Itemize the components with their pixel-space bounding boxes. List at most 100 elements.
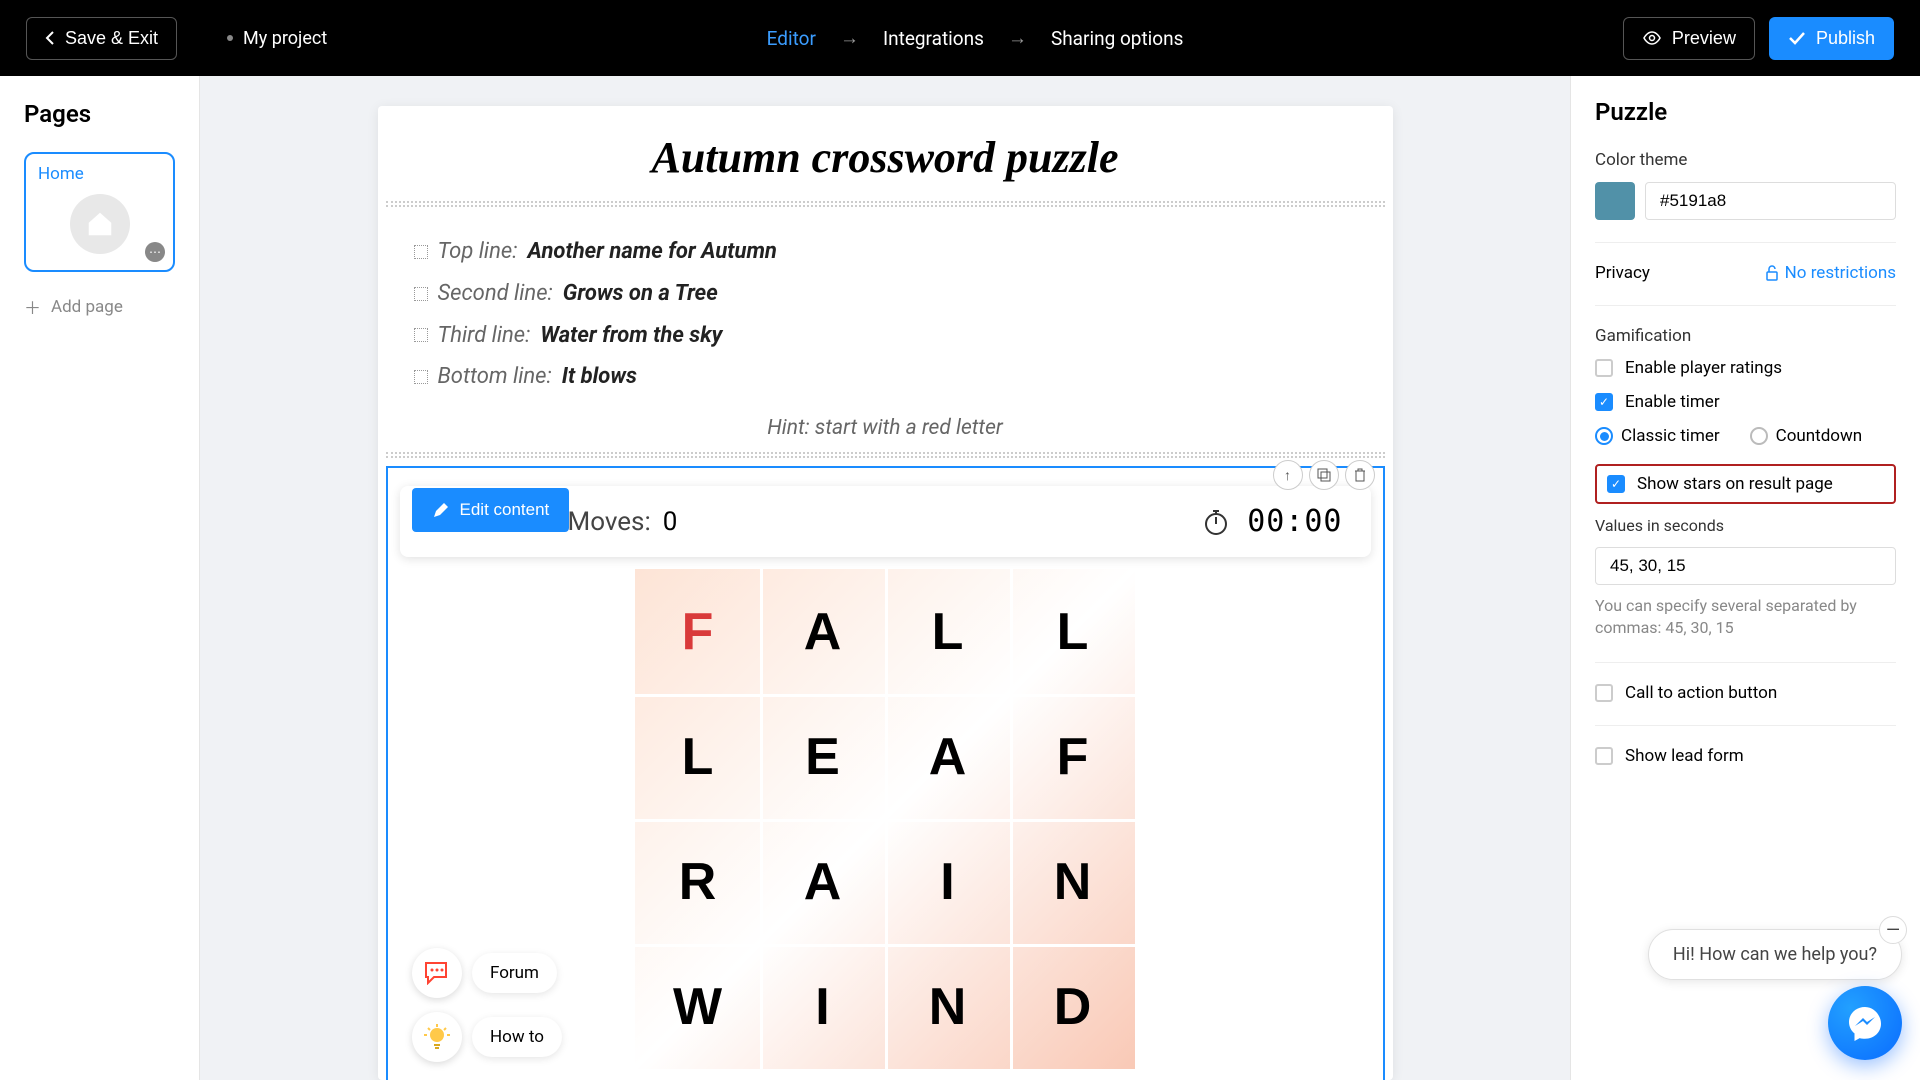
moves-value: 0 — [663, 507, 678, 537]
pencil-icon — [432, 501, 450, 519]
hint-text[interactable]: Hint: start with a red letter — [378, 410, 1393, 452]
bullet-icon — [414, 328, 428, 342]
forum-button[interactable]: Forum — [412, 948, 562, 998]
show-stars-checkbox[interactable]: ✓ Show stars on result page — [1595, 464, 1896, 504]
radio-icon — [1750, 427, 1768, 445]
trash-icon[interactable] — [1345, 460, 1375, 490]
messenger-icon — [1845, 1003, 1885, 1043]
howto-button[interactable]: How to — [412, 1012, 562, 1062]
chat-fab[interactable] — [1828, 986, 1902, 1060]
show-stars-label: Show stars on result page — [1637, 474, 1833, 494]
clue-row: Third line: Water from the sky — [414, 315, 1357, 357]
edit-content-label: Edit content — [460, 500, 550, 520]
radio-classic[interactable]: Classic timer — [1595, 426, 1720, 446]
radio-countdown-label: Countdown — [1776, 426, 1863, 446]
preview-button[interactable]: Preview — [1623, 17, 1755, 60]
page-thumb-label: Home — [38, 164, 161, 184]
block-toolbar: ↑ — [1273, 460, 1375, 490]
tab-sharing[interactable]: Sharing options — [1051, 27, 1184, 50]
save-exit-button[interactable]: Save & Exit — [26, 17, 177, 60]
duplicate-icon[interactable] — [1309, 460, 1339, 490]
checkbox-icon — [1595, 359, 1613, 377]
publish-button[interactable]: Publish — [1769, 17, 1894, 60]
chat-icon — [412, 948, 462, 998]
page-thumb-home[interactable]: Home ⋯ — [24, 152, 175, 272]
privacy-section: Privacy No restrictions — [1595, 263, 1896, 306]
clue-row: Second line: Grows on a Tree — [414, 273, 1357, 315]
canvas-area[interactable]: Autumn crossword puzzle Top line: Anothe… — [200, 76, 1570, 1080]
project-name-label: My project — [243, 28, 327, 49]
divider — [386, 452, 1385, 458]
properties-panel: Puzzle Color theme Privacy No restrictio… — [1570, 76, 1920, 1080]
add-page-label: Add page — [51, 297, 123, 317]
sidebar-title: Pages — [24, 100, 175, 128]
arrow-right-icon: → — [840, 26, 859, 50]
page-canvas: Autumn crossword puzzle Top line: Anothe… — [378, 106, 1393, 1080]
lightbulb-icon — [412, 1012, 462, 1062]
values-helper: You can specify several separated by com… — [1595, 595, 1896, 640]
color-theme-label: Color theme — [1595, 150, 1896, 170]
lead-form-label: Show lead form — [1625, 746, 1744, 766]
project-name[interactable]: My project — [227, 28, 327, 49]
bullet-icon — [414, 370, 428, 384]
lead-form-checkbox[interactable]: Show lead form — [1595, 746, 1896, 766]
puzzle-grid[interactable]: FALL LEAF RAIN WIND — [635, 569, 1135, 1069]
radio-countdown[interactable]: Countdown — [1750, 426, 1863, 446]
clue-row: Bottom line: It blows — [414, 356, 1357, 398]
radio-classic-label: Classic timer — [1621, 426, 1720, 446]
enable-timer-label: Enable timer — [1625, 392, 1720, 412]
gamification-label: Gamification — [1595, 326, 1896, 346]
chat-greeting-bubble[interactable]: Hi! How can we help you? — — [1648, 929, 1902, 980]
timer-value: 00:00 — [1247, 504, 1342, 539]
word-grid: FALL LEAF RAIN WIND — [635, 569, 1135, 1069]
tab-editor[interactable]: Editor — [767, 27, 816, 50]
page-options-icon[interactable]: ⋯ — [145, 242, 165, 262]
stopwatch-icon — [1201, 507, 1231, 537]
pages-sidebar: Pages Home ⋯ ＋ Add page — [0, 76, 200, 1080]
preview-label: Preview — [1672, 28, 1736, 49]
color-swatch[interactable] — [1595, 182, 1635, 220]
enable-ratings-label: Enable player ratings — [1625, 358, 1782, 378]
checkbox-icon — [1595, 684, 1613, 702]
moves-label: Moves: — [568, 507, 651, 537]
lead-form-section: Show lead form — [1595, 746, 1896, 780]
color-theme-section: Color theme — [1595, 150, 1896, 243]
radio-checked-icon — [1595, 427, 1613, 445]
chat-greeting-text: Hi! How can we help you? — [1673, 944, 1877, 965]
values-label: Values in seconds — [1595, 516, 1896, 535]
bullet-icon — [414, 245, 428, 259]
save-exit-label: Save & Exit — [65, 28, 158, 49]
unsaved-dot-icon — [227, 35, 233, 41]
privacy-value: No restrictions — [1785, 263, 1896, 283]
eye-icon — [1642, 31, 1662, 45]
edit-content-button[interactable]: Edit content — [412, 488, 570, 532]
tab-integrations[interactable]: Integrations — [883, 27, 984, 50]
timer-mode-radio: Classic timer Countdown — [1595, 426, 1896, 446]
cta-checkbox[interactable]: Call to action button — [1595, 683, 1896, 703]
bullet-icon — [414, 287, 428, 301]
header-tabs: Editor → Integrations → Sharing options — [347, 26, 1603, 50]
privacy-link[interactable]: No restrictions — [1765, 263, 1896, 283]
checkbox-icon — [1595, 747, 1613, 765]
clue-list[interactable]: Top line: Another name for Autumn Second… — [378, 207, 1393, 410]
app-header: Save & Exit My project Editor → Integrat… — [0, 0, 1920, 76]
checkbox-checked-icon: ✓ — [1595, 393, 1613, 411]
arrow-right-icon: → — [1008, 26, 1027, 50]
enable-timer-checkbox[interactable]: ✓ Enable timer — [1595, 392, 1896, 412]
checkbox-checked-icon: ✓ — [1607, 475, 1625, 493]
publish-label: Publish — [1816, 28, 1875, 49]
puzzle-title[interactable]: Autumn crossword puzzle — [378, 106, 1393, 201]
cta-label: Call to action button — [1625, 683, 1777, 703]
values-input[interactable] — [1595, 547, 1896, 585]
help-buttons: Forum How to — [412, 948, 562, 1062]
home-icon — [70, 194, 130, 254]
color-theme-input[interactable] — [1645, 182, 1896, 220]
add-page-button[interactable]: ＋ Add page — [24, 294, 175, 319]
enable-ratings-checkbox[interactable]: Enable player ratings — [1595, 358, 1896, 378]
move-up-icon[interactable]: ↑ — [1273, 460, 1303, 490]
close-icon[interactable]: — — [1879, 916, 1907, 944]
howto-label: How to — [472, 1017, 562, 1057]
chevron-left-icon — [45, 30, 55, 46]
gamification-section: Gamification Enable player ratings ✓ Ena… — [1595, 326, 1896, 663]
forum-label: Forum — [472, 953, 557, 993]
